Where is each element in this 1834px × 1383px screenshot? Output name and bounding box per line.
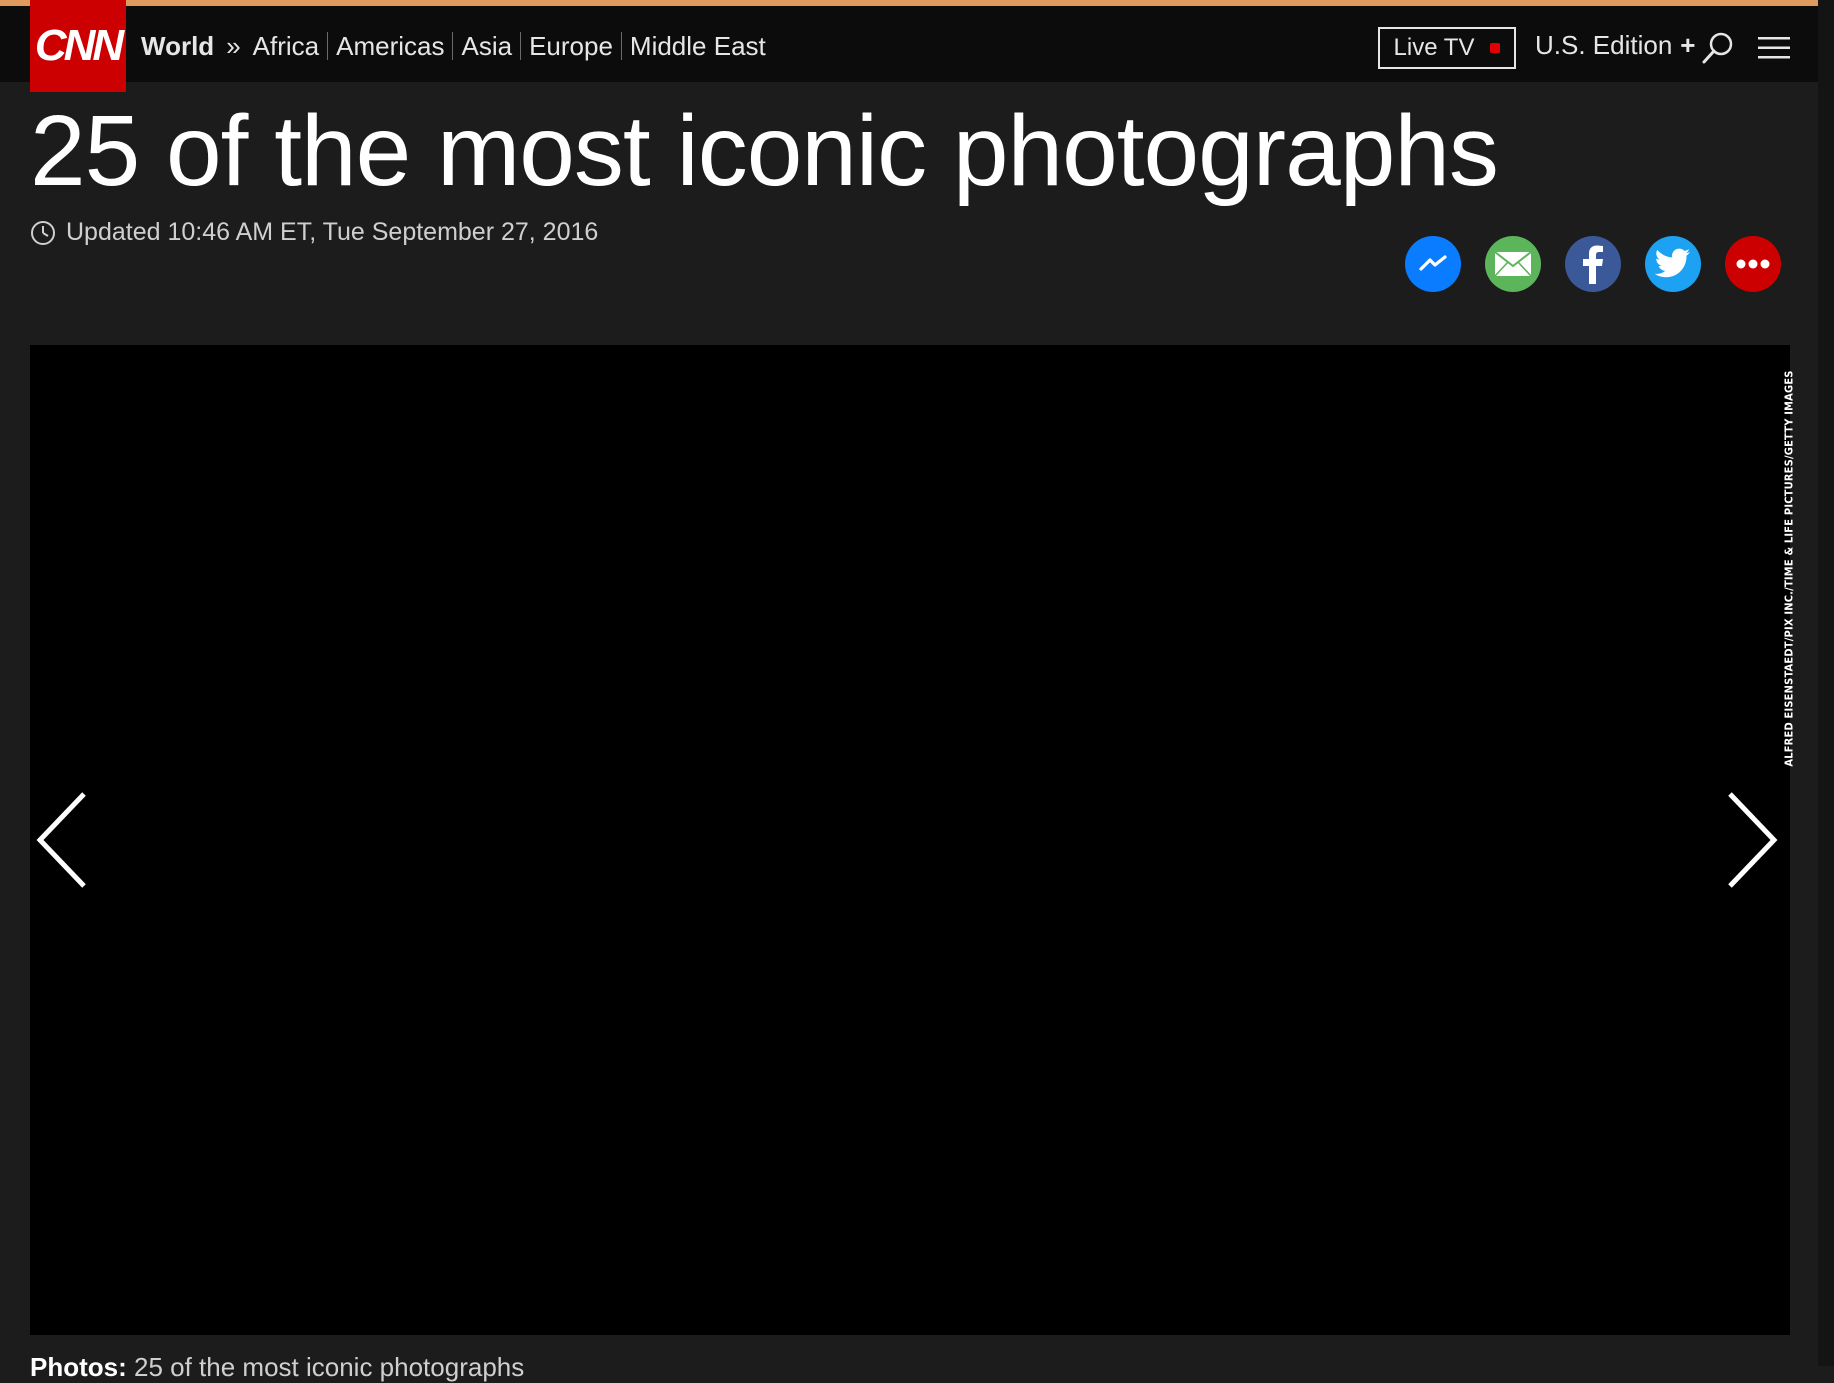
edition-selector[interactable]: U.S. Edition + — [1535, 30, 1695, 61]
more-icon — [1736, 259, 1770, 269]
photo-credit-text: ALFRED EISENSTAEDT/PIX INC./TIME & LIFE … — [1782, 370, 1796, 767]
search-icon[interactable] — [1700, 30, 1736, 66]
live-indicator-icon — [1490, 43, 1501, 53]
page-title: 25 of the most iconic photographs — [30, 95, 1499, 207]
share-facebook-button[interactable] — [1565, 236, 1621, 292]
breadcrumb-divider — [327, 32, 329, 60]
live-tv-label: Live TV — [1393, 34, 1475, 61]
breadcrumb-world-link[interactable]: World — [141, 31, 214, 62]
share-more-button[interactable] — [1725, 236, 1781, 292]
share-messenger-button[interactable] — [1405, 236, 1461, 292]
live-tv-button[interactable]: Live TV — [1378, 27, 1516, 69]
cnn-logo[interactable]: CNN — [30, 0, 126, 92]
clock-icon — [31, 220, 55, 245]
breadcrumb: World » Africa Americas Asia Europe Midd… — [141, 26, 766, 66]
breadcrumb-asia-link[interactable]: Asia — [461, 31, 512, 62]
edition-label: U.S. Edition — [1535, 30, 1673, 60]
breadcrumb-divider — [620, 32, 622, 60]
breadcrumb-europe-link[interactable]: Europe — [529, 31, 613, 62]
gallery-caption-text: 25 of the most iconic photographs — [134, 1352, 525, 1382]
messenger-icon — [1419, 255, 1447, 271]
breadcrumb-separator: » — [226, 30, 241, 61]
share-twitter-button[interactable] — [1645, 236, 1701, 292]
photo-credit: ALFRED EISENSTAEDT/PIX INC./TIME & LIFE … — [1774, 352, 1796, 792]
breadcrumb-divider — [520, 32, 522, 60]
gallery-next-arrow-icon[interactable] — [1722, 790, 1782, 890]
facebook-icon — [1583, 245, 1603, 284]
updated-timestamp: Updated 10:46 AM ET, Tue September 27, 2… — [30, 218, 598, 247]
top-navbar: World » Africa Americas Asia Europe Midd… — [0, 6, 1834, 82]
edition-plus-icon: + — [1680, 30, 1696, 60]
share-email-button[interactable] — [1485, 236, 1541, 292]
photo-gallery[interactable] — [30, 345, 1790, 1335]
updated-text: Updated 10:46 AM ET, Tue September 27, 2… — [66, 218, 599, 246]
breadcrumb-divider — [452, 32, 454, 60]
breadcrumb-americas-link[interactable]: Americas — [336, 31, 444, 62]
gallery-caption-label: Photos: — [30, 1352, 127, 1382]
hamburger-menu-icon[interactable] — [1758, 36, 1790, 60]
cnn-logo-text: CNN — [34, 21, 124, 70]
twitter-icon — [1655, 248, 1690, 278]
email-icon — [1494, 251, 1532, 277]
breadcrumb-middle-east-link[interactable]: Middle East — [630, 31, 766, 62]
gallery-previous-arrow-icon[interactable] — [32, 790, 92, 890]
breadcrumb-africa-link[interactable]: Africa — [253, 31, 319, 62]
gallery-caption: Photos: 25 of the most iconic photograph… — [30, 1352, 524, 1383]
vertical-scrollbar[interactable] — [1818, 0, 1834, 1366]
